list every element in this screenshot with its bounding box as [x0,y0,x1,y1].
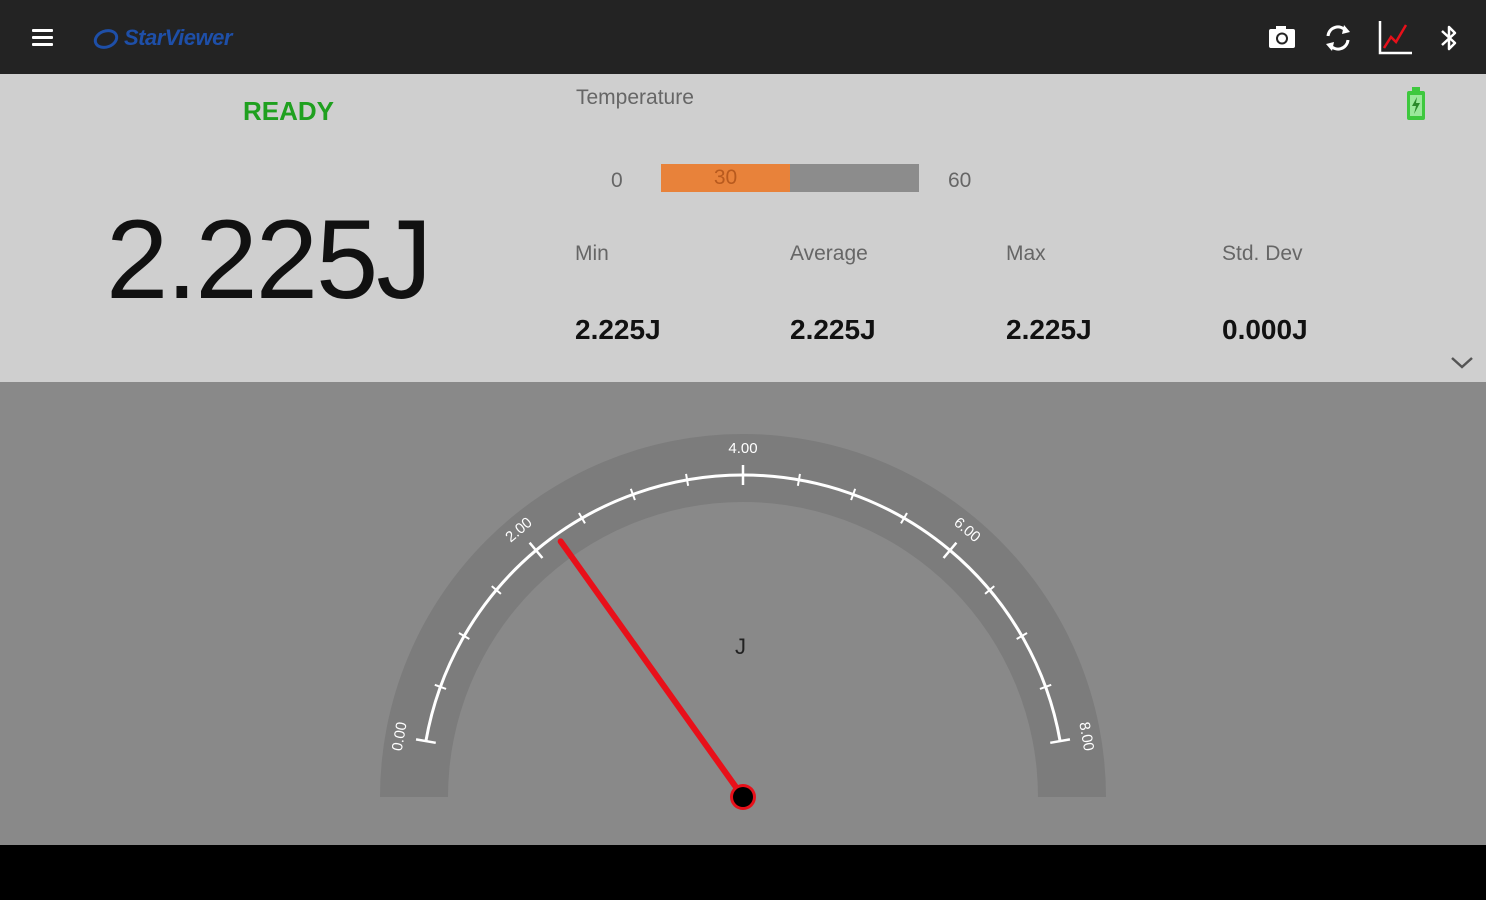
stat-average: Average 2.225J [790,242,876,345]
stat-max-value: 2.225J [1006,314,1092,345]
gauge-area: 0.00 2.00 4.00 6.00 8.00 J [0,382,1486,845]
bluetooth-icon[interactable] [1428,17,1470,59]
temperature-bar: 30 [661,164,919,192]
stat-std-dev-value: 0.000J [1222,314,1308,345]
gauge-unit-label: J [735,634,746,659]
stat-max: Max 2.225J [1006,242,1092,345]
status-label: READY [243,96,335,126]
temperature-value: 30 [713,166,738,189]
gauge-band [380,434,1106,797]
stat-std-dev: Std. Dev 0.000J [1222,242,1308,345]
system-nav-bar [0,845,1486,900]
energy-gauge: 0.002.004.006.008.00 [380,434,1106,810]
logo-text: StarViewer [124,25,232,50]
stat-max-label: Max [1006,242,1046,265]
gauge-needle-hub [733,787,753,807]
app-bar: StarViewer [0,0,1486,74]
stat-min-value: 2.225J [575,314,661,345]
camera-icon[interactable] [1261,17,1303,59]
refresh-icon[interactable] [1317,17,1359,59]
temperature-min-label: 0 [611,169,623,192]
current-reading: 2.225J [106,197,432,322]
stat-min: Min 2.225J [575,242,661,345]
chart-icon[interactable] [1373,17,1415,59]
battery-icon [1404,86,1428,122]
gauge-needle [557,538,746,800]
logo-swoosh-icon [93,29,119,49]
stat-min-label: Min [575,242,609,265]
app-logo: StarViewer [92,22,232,54]
stat-average-value: 2.225J [790,314,876,345]
measurement-panel: READY 2.225J Temperature 0 30 60 Min 2.2… [0,74,1486,382]
temperature-label: Temperature [576,86,694,109]
chevron-down-icon[interactable] [1446,352,1478,374]
gauge-tick-label: 4.00 [728,440,757,457]
hamburger-menu-icon[interactable] [22,18,62,58]
stat-std-dev-label: Std. Dev [1222,242,1303,265]
temperature-max-label: 60 [948,169,972,192]
stat-average-label: Average [790,242,868,265]
